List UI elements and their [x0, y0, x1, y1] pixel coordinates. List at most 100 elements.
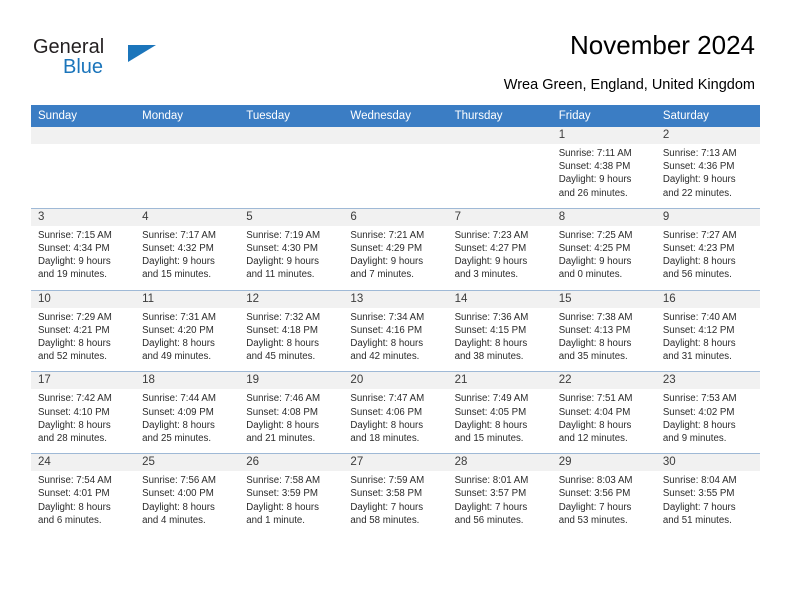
day-cell[interactable]: 3 Sunrise: 7:15 AM Sunset: 4:34 PM Dayli… [31, 208, 136, 290]
day-number: 5 [239, 208, 344, 226]
daylight-text-line1: Daylight: 8 hours [350, 419, 424, 431]
day-number: 13 [343, 290, 448, 308]
daylight-text-line1: Daylight: 8 hours [662, 419, 736, 431]
day-info: Sunrise: 7:36 AM Sunset: 4:15 PM Dayligh… [448, 308, 552, 372]
day-cell[interactable]: 18 Sunrise: 7:44 AM Sunset: 4:09 PM Dayl… [135, 372, 240, 454]
sunrise-text: Sunrise: 7:38 AM [558, 311, 633, 323]
sunset-text: Sunset: 4:16 PM [350, 324, 423, 336]
daylight-text-line1: Daylight: 7 hours [558, 501, 632, 513]
sunrise-text: Sunrise: 7:31 AM [142, 311, 216, 323]
day-cell[interactable]: 10 Sunrise: 7:29 AM Sunset: 4:21 PM Dayl… [31, 290, 136, 372]
daylight-text-line2: and 6 minutes. [38, 514, 102, 526]
day-cell[interactable]: 16 Sunrise: 7:40 AM Sunset: 4:12 PM Dayl… [655, 290, 760, 372]
day-info: Sunrise: 7:54 AM Sunset: 4:01 PM Dayligh… [31, 471, 135, 535]
day-cell [135, 127, 240, 208]
day-info: Sunrise: 7:23 AM Sunset: 4:27 PM Dayligh… [448, 226, 552, 290]
day-cell[interactable]: 9 Sunrise: 7:27 AM Sunset: 4:23 PM Dayli… [655, 208, 760, 290]
sunset-text: Sunset: 4:18 PM [246, 324, 318, 336]
day-cell[interactable]: 15 Sunrise: 7:38 AM Sunset: 4:13 PM Dayl… [551, 290, 656, 372]
general-blue-logo[interactable]: General Blue [33, 36, 173, 84]
logo-triangle-icon [128, 45, 156, 62]
daylight-text-line2: and 56 minutes. [454, 514, 524, 526]
day-number: 24 [31, 454, 136, 472]
day-info [343, 144, 447, 199]
day-info: Sunrise: 7:19 AM Sunset: 4:30 PM Dayligh… [239, 226, 343, 290]
day-info: Sunrise: 7:32 AM Sunset: 4:18 PM Dayligh… [239, 308, 343, 372]
day-cell[interactable]: 12 Sunrise: 7:32 AM Sunset: 4:18 PM Dayl… [239, 290, 344, 372]
day-cell[interactable]: 13 Sunrise: 7:34 AM Sunset: 4:16 PM Dayl… [343, 290, 448, 372]
day-cell[interactable]: 21 Sunrise: 7:49 AM Sunset: 4:05 PM Dayl… [447, 372, 552, 454]
day-cell[interactable]: 30 Sunrise: 8:04 AM Sunset: 3:55 PM Dayl… [655, 454, 760, 536]
day-cell[interactable]: 4 Sunrise: 7:17 AM Sunset: 4:32 PM Dayli… [135, 208, 240, 290]
day-cell[interactable]: 14 Sunrise: 7:36 AM Sunset: 4:15 PM Dayl… [447, 290, 552, 372]
day-info: Sunrise: 8:01 AM Sunset: 3:57 PM Dayligh… [448, 471, 552, 535]
daylight-text-line2: and 4 minutes. [142, 514, 206, 526]
day-cell[interactable]: 19 Sunrise: 7:46 AM Sunset: 4:08 PM Dayl… [239, 372, 344, 454]
day-cell[interactable]: 29 Sunrise: 8:03 AM Sunset: 3:56 PM Dayl… [551, 454, 656, 536]
daylight-text-line1: Daylight: 8 hours [246, 419, 319, 431]
sunset-text: Sunset: 4:09 PM [142, 406, 214, 418]
day-info: Sunrise: 7:47 AM Sunset: 4:06 PM Dayligh… [343, 389, 447, 453]
day-cell[interactable]: 22 Sunrise: 7:51 AM Sunset: 4:04 PM Dayl… [551, 372, 656, 454]
sunset-text: Sunset: 3:55 PM [662, 488, 735, 500]
daylight-text-line1: Daylight: 8 hours [38, 419, 111, 431]
day-cell [447, 127, 552, 208]
day-cell[interactable]: 5 Sunrise: 7:19 AM Sunset: 4:30 PM Dayli… [239, 208, 344, 290]
daylight-text-line2: and 15 minutes. [142, 269, 212, 281]
page-subtitle: Wrea Green, England, United Kingdom [503, 77, 755, 93]
day-info: Sunrise: 7:13 AM Sunset: 4:36 PM Dayligh… [656, 144, 760, 208]
daylight-text-line1: Daylight: 9 hours [350, 256, 424, 268]
day-cell[interactable]: 27 Sunrise: 7:59 AM Sunset: 3:58 PM Dayl… [343, 454, 448, 536]
sunset-text: Sunset: 4:34 PM [38, 243, 110, 255]
day-cell[interactable]: 25 Sunrise: 7:56 AM Sunset: 4:00 PM Dayl… [135, 454, 240, 536]
sunset-text: Sunset: 4:27 PM [454, 243, 527, 255]
day-info: Sunrise: 7:15 AM Sunset: 4:34 PM Dayligh… [31, 226, 135, 290]
day-number [239, 127, 344, 144]
week-row: 17 Sunrise: 7:42 AM Sunset: 4:10 PM Dayl… [31, 371, 760, 454]
sunrise-text: Sunrise: 7:42 AM [38, 393, 112, 405]
day-cell[interactable]: 20 Sunrise: 7:47 AM Sunset: 4:06 PM Dayl… [343, 372, 448, 454]
sunset-text: Sunset: 4:21 PM [38, 324, 110, 336]
day-cell[interactable]: 6 Sunrise: 7:21 AM Sunset: 4:29 PM Dayli… [343, 208, 448, 290]
day-cell[interactable]: 28 Sunrise: 8:01 AM Sunset: 3:57 PM Dayl… [447, 454, 552, 536]
daylight-text-line1: Daylight: 8 hours [38, 501, 111, 513]
day-cell[interactable]: 23 Sunrise: 7:53 AM Sunset: 4:02 PM Dayl… [655, 372, 760, 454]
day-cell[interactable]: 2 Sunrise: 7:13 AM Sunset: 4:36 PM Dayli… [655, 127, 760, 208]
daylight-text-line1: Daylight: 8 hours [662, 338, 736, 350]
day-cell[interactable]: 7 Sunrise: 7:23 AM Sunset: 4:27 PM Dayli… [447, 208, 552, 290]
week-row: 3 Sunrise: 7:15 AM Sunset: 4:34 PM Dayli… [31, 207, 760, 290]
sunset-text: Sunset: 4:06 PM [350, 406, 423, 418]
daylight-text-line1: Daylight: 9 hours [38, 256, 111, 268]
day-cell[interactable]: 1 Sunrise: 7:11 AM Sunset: 4:38 PM Dayli… [551, 127, 656, 208]
day-info: Sunrise: 7:53 AM Sunset: 4:02 PM Dayligh… [656, 389, 760, 453]
daylight-text-line2: and 56 minutes. [662, 269, 732, 281]
day-number: 4 [135, 208, 240, 226]
day-cell [239, 127, 344, 208]
day-cell[interactable]: 24 Sunrise: 7:54 AM Sunset: 4:01 PM Dayl… [31, 454, 136, 536]
daylight-text-line1: Daylight: 8 hours [558, 419, 632, 431]
sunrise-text: Sunrise: 7:53 AM [662, 393, 737, 405]
day-number: 23 [655, 372, 760, 390]
day-info: Sunrise: 7:34 AM Sunset: 4:16 PM Dayligh… [343, 308, 447, 372]
page-header: General Blue November 2024 Wrea Green, E… [0, 0, 792, 100]
sunrise-text: Sunrise: 7:49 AM [454, 393, 529, 405]
page-title: November 2024 [570, 30, 755, 60]
day-number: 26 [239, 454, 344, 472]
sunrise-text: Sunrise: 8:03 AM [558, 475, 633, 487]
day-cell[interactable]: 26 Sunrise: 7:58 AM Sunset: 3:59 PM Dayl… [239, 454, 344, 536]
sunrise-text: Sunrise: 8:04 AM [662, 475, 737, 487]
day-number: 7 [447, 208, 552, 226]
daylight-text-line2: and 53 minutes. [558, 514, 628, 526]
daylight-text-line2: and 7 minutes. [350, 269, 414, 281]
day-cell[interactable]: 11 Sunrise: 7:31 AM Sunset: 4:20 PM Dayl… [135, 290, 240, 372]
day-info: Sunrise: 7:38 AM Sunset: 4:13 PM Dayligh… [552, 308, 656, 372]
daylight-text-line1: Daylight: 7 hours [454, 501, 528, 513]
day-number: 18 [135, 372, 240, 390]
daylight-text-line2: and 42 minutes. [350, 351, 420, 363]
daylight-text-line1: Daylight: 8 hours [246, 338, 319, 350]
day-cell[interactable]: 8 Sunrise: 7:25 AM Sunset: 4:25 PM Dayli… [551, 208, 656, 290]
day-cell[interactable]: 17 Sunrise: 7:42 AM Sunset: 4:10 PM Dayl… [31, 372, 136, 454]
day-info: Sunrise: 7:27 AM Sunset: 4:23 PM Dayligh… [656, 226, 760, 290]
sunset-text: Sunset: 4:02 PM [662, 406, 735, 418]
sunrise-text: Sunrise: 7:47 AM [350, 393, 425, 405]
